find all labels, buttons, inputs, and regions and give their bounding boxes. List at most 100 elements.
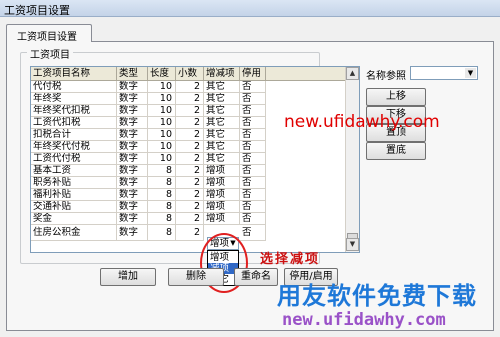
cell-type[interactable]: 数字 xyxy=(117,129,148,141)
header-inc-dec[interactable]: 增减项 xyxy=(204,67,240,81)
header-item-name[interactable]: 工资项目名称 xyxy=(31,67,117,81)
cell-item-name[interactable]: 基本工资 xyxy=(31,165,117,177)
rename-button[interactable]: 重命名 xyxy=(234,268,278,286)
cell-decimals[interactable]: 2 xyxy=(176,153,204,165)
scroll-up-icon[interactable]: ▲ xyxy=(346,67,359,80)
move-up-button[interactable]: 上移 xyxy=(366,88,426,106)
cell-disabled[interactable]: 否 xyxy=(240,153,266,165)
cell-type[interactable]: 数字 xyxy=(117,117,148,129)
cell-decimals[interactable]: 2 xyxy=(176,201,204,213)
cell-disabled[interactable]: 否 xyxy=(240,129,266,141)
cell-inc-dec[interactable]: 增项 xyxy=(204,201,240,213)
cell-length[interactable]: 8 xyxy=(148,189,176,201)
cell-item-name[interactable]: 代付税 xyxy=(31,81,117,93)
table-row[interactable]: 代付税 数字 10 2 其它否 xyxy=(31,81,349,93)
cell-inc-dec[interactable]: 其它 xyxy=(204,105,240,117)
cell-item-name[interactable]: 工资代付税 xyxy=(31,153,117,165)
cell-length[interactable]: 8 xyxy=(148,225,176,241)
cell-item-name[interactable]: 扣税合计 xyxy=(31,129,117,141)
cell-decimals[interactable]: 2 xyxy=(176,105,204,117)
cell-decimals[interactable]: 2 xyxy=(176,129,204,141)
cell-type[interactable]: 数字 xyxy=(117,213,148,225)
cell-disabled[interactable]: 否 xyxy=(240,93,266,105)
cell-disabled[interactable]: 否 xyxy=(240,201,266,213)
cell-item-name[interactable]: 年终奖代付税 xyxy=(31,141,117,153)
salary-items-table[interactable]: 工资项目名称 类型 长度 小数 增减项 停用 代付税 数字 10 2 其它否年终奖 数字 1… xyxy=(30,66,360,253)
cell-item-name[interactable]: 年终奖 xyxy=(31,93,117,105)
header-type[interactable]: 类型 xyxy=(117,67,148,81)
cell-disabled[interactable]: 否 xyxy=(240,189,266,201)
cell-decimals[interactable]: 2 xyxy=(176,165,204,177)
table-row[interactable]: 奖金 数字 8 2 增项否 xyxy=(31,213,349,225)
table-row[interactable]: 年终奖代付税 数字 10 2 其它否 xyxy=(31,141,349,153)
cell-decimals[interactable]: 2 xyxy=(176,213,204,225)
cell-item-name[interactable]: 交通补贴 xyxy=(31,201,117,213)
cell-disabled[interactable]: 否 xyxy=(240,165,266,177)
table-row[interactable]: 交通补贴 数字 8 2 增项否 xyxy=(31,201,349,213)
cell-type[interactable]: 数字 xyxy=(117,225,148,241)
cell-inc-dec[interactable]: 增项 xyxy=(204,189,240,201)
cell-type[interactable]: 数字 xyxy=(117,201,148,213)
cell-inc-dec[interactable]: 其它 xyxy=(204,141,240,153)
table-vertical-scrollbar[interactable]: ▲ ▼ xyxy=(345,67,359,252)
cell-type[interactable]: 数字 xyxy=(117,177,148,189)
name-reference-select[interactable]: ▼ xyxy=(410,66,478,80)
tab-salary-items[interactable]: 工资项目设置 xyxy=(6,24,92,43)
cell-length[interactable]: 10 xyxy=(148,117,176,129)
header-disabled[interactable]: 停用 xyxy=(240,67,266,81)
table-row[interactable]: 基本工资 数字 8 2 增项否 xyxy=(31,165,349,177)
cell-disabled[interactable]: 否 xyxy=(240,225,266,241)
cell-length[interactable]: 8 xyxy=(148,201,176,213)
cell-disabled[interactable]: 否 xyxy=(240,117,266,129)
table-row[interactable]: 年终奖 数字 10 2 其它否 xyxy=(31,93,349,105)
cell-decimals[interactable]: 2 xyxy=(176,177,204,189)
table-row[interactable]: 工资代付税 数字 10 2 其它否 xyxy=(31,153,349,165)
cell-item-name[interactable]: 住房公积金 xyxy=(31,225,117,241)
cell-decimals[interactable]: 2 xyxy=(176,225,204,241)
cell-type[interactable]: 数字 xyxy=(117,189,148,201)
cell-type[interactable]: 数字 xyxy=(117,81,148,93)
cell-length[interactable]: 10 xyxy=(148,141,176,153)
cell-inc-dec[interactable]: 其它 xyxy=(204,81,240,93)
table-row[interactable]: 职务补贴 数字 8 2 增项否 xyxy=(31,177,349,189)
cell-item-name[interactable]: 年终奖代扣税 xyxy=(31,105,117,117)
cell-inc-dec[interactable]: 增项 xyxy=(204,177,240,189)
delete-button[interactable]: 删除 xyxy=(168,268,224,286)
header-length[interactable]: 长度 xyxy=(148,67,176,81)
move-bottom-button[interactable]: 置底 xyxy=(366,142,426,160)
cell-type[interactable]: 数字 xyxy=(117,165,148,177)
cell-disabled[interactable]: 否 xyxy=(240,105,266,117)
cell-type[interactable]: 数字 xyxy=(117,93,148,105)
cell-disabled[interactable]: 否 xyxy=(240,141,266,153)
cell-inc-dec[interactable]: 其它 xyxy=(204,117,240,129)
header-decimals[interactable]: 小数 xyxy=(176,67,204,81)
add-button[interactable]: 增加 xyxy=(100,268,156,286)
cell-item-name[interactable]: 奖金 xyxy=(31,213,117,225)
cell-type[interactable]: 数字 xyxy=(117,105,148,117)
cell-decimals[interactable]: 2 xyxy=(176,93,204,105)
cell-length[interactable]: 8 xyxy=(148,213,176,225)
cell-decimals[interactable]: 2 xyxy=(176,141,204,153)
cell-item-name[interactable]: 福利补贴 xyxy=(31,189,117,201)
cell-decimals[interactable]: 2 xyxy=(176,81,204,93)
cell-inc-dec[interactable]: 增项 xyxy=(204,213,240,225)
cell-type[interactable]: 数字 xyxy=(117,153,148,165)
cell-inc-dec[interactable]: 其它 xyxy=(204,153,240,165)
cell-inc-dec[interactable]: 其它 xyxy=(204,129,240,141)
cell-disabled[interactable]: 否 xyxy=(240,81,266,93)
cell-length[interactable]: 10 xyxy=(148,105,176,117)
cell-length[interactable]: 8 xyxy=(148,165,176,177)
cell-length[interactable]: 10 xyxy=(148,153,176,165)
cell-inc-dec[interactable]: 增项 xyxy=(204,165,240,177)
chevron-down-icon[interactable]: ▼ xyxy=(465,68,476,78)
cell-inc-dec[interactable]: 其它 xyxy=(204,93,240,105)
cell-type[interactable]: 数字 xyxy=(117,141,148,153)
scroll-down-icon[interactable]: ▼ xyxy=(346,238,359,251)
cell-length[interactable]: 8 xyxy=(148,177,176,189)
cell-length[interactable]: 10 xyxy=(148,93,176,105)
cell-decimals[interactable]: 2 xyxy=(176,189,204,201)
cell-decimals[interactable]: 2 xyxy=(176,117,204,129)
table-row[interactable]: 住房公积金数字82增项否 xyxy=(31,225,349,241)
cell-length[interactable]: 10 xyxy=(148,129,176,141)
cell-length[interactable]: 10 xyxy=(148,81,176,93)
